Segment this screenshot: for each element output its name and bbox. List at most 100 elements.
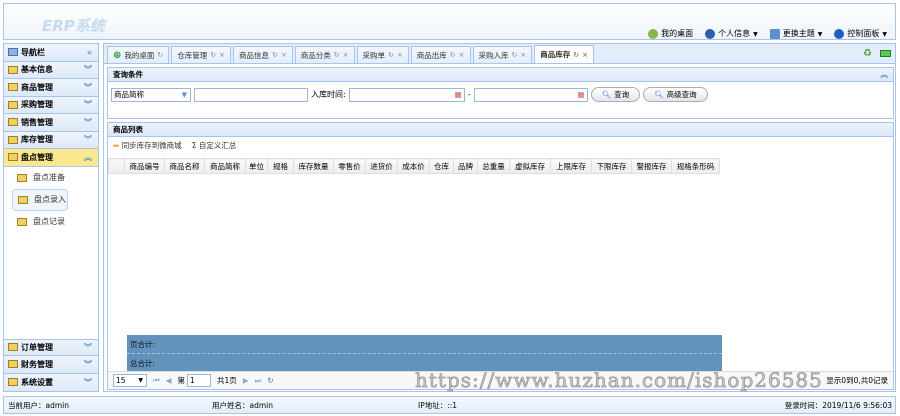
close-icon[interactable]: × [281, 51, 287, 59]
column-header[interactable]: 仓库 [429, 158, 454, 174]
sidebar-group[interactable]: 库存管理 ︾ [4, 131, 98, 149]
sync-button[interactable]: ➦ 同步库存到微商城 [113, 140, 182, 151]
expand-icon: ︾ [84, 117, 92, 127]
close-icon[interactable]: × [397, 51, 403, 59]
next-page-icon[interactable]: ▶ [243, 376, 249, 385]
tab-desktop[interactable]: ⊕ 我的桌面 ↻ [107, 46, 170, 63]
sidebar-sub-item[interactable]: 盘点准备 [4, 167, 98, 189]
keyword-input[interactable] [194, 87, 308, 102]
tab-warehouse[interactable]: 仓库管理 ↻ × [171, 46, 232, 63]
calendar-icon[interactable]: ▦ [578, 90, 585, 99]
theme-menu[interactable]: 更换主题 ▼ [769, 28, 822, 39]
folder-icon [8, 343, 18, 352]
page-total-row: 页合计: [127, 335, 722, 354]
refresh-icon[interactable]: ↻ [512, 51, 518, 59]
column-header[interactable]: 成本价 [397, 158, 430, 174]
tab-outbound[interactable]: 商品出库 ↻ × [410, 46, 471, 63]
refresh-icon[interactable]: ↻ [210, 51, 216, 59]
expand-icon: ︾ [84, 359, 92, 369]
column-header[interactable]: 零售价 [333, 158, 366, 174]
tab-purchase-order[interactable]: 采购单 ↻ × [356, 46, 409, 63]
expand-icon: ︾ [84, 377, 92, 387]
profile-menu[interactable]: 个人信息 ▼ [705, 28, 758, 39]
sidebar-sub-item-selected[interactable]: 盘点录入 [12, 188, 68, 211]
advanced-search-button[interactable]: 🔍︎ 高级查询 [643, 87, 708, 102]
refresh-icon[interactable]: ↻ [267, 376, 273, 385]
add-icon: ⊕ [113, 49, 122, 61]
tab-inbound[interactable]: 采购入库 ↻ × [472, 46, 533, 63]
column-header[interactable]: 总重量 [477, 158, 510, 174]
column-header[interactable]: 警报库存 [631, 158, 672, 174]
tab-product-info[interactable]: 商品信息 ↻ × [233, 46, 293, 63]
sidebar-group[interactable]: 销售管理 ︾ [4, 114, 98, 132]
status-bar: 当前用户：admin 用户姓名：admin IP地址：::1 登录时间：2019… [3, 396, 896, 414]
refresh-icon[interactable]: ↻ [272, 51, 278, 59]
nav-icon [8, 48, 18, 57]
my-desktop-link[interactable]: 我的桌面 [648, 28, 693, 39]
desktop-icon [648, 28, 659, 39]
sidebar-group[interactable]: 系统设置 ︾ [4, 373, 98, 391]
page-count: 共1页 [217, 376, 237, 385]
tab-product-category[interactable]: 商品分类 ↻ × [294, 46, 355, 63]
column-header[interactable]: 品牌 [453, 158, 478, 174]
refresh-icon[interactable]: ↻ [157, 51, 163, 59]
main-area: ⊕ 我的桌面 ↻ 仓库管理 ↻ × 商品信息 ↻ × 商品分类 ↻ × 采购单 ↻ × 商品出库 ↻ ×… [103, 43, 896, 392]
date-to-input[interactable]: ▦ [473, 87, 588, 102]
caret-down-icon: ▼ [753, 31, 758, 38]
sidebar-group[interactable]: 基本信息 ︾ [4, 61, 98, 79]
column-header[interactable]: 进货价 [365, 158, 398, 174]
sidebar-group[interactable]: 订单管理 ︾ [4, 338, 98, 356]
logo: ERP系统 [42, 17, 105, 35]
column-header[interactable]: 规格条形码 [671, 158, 720, 174]
refresh-icon[interactable]: ↻ [334, 51, 340, 59]
calendar-icon[interactable]: ▦ [455, 90, 462, 99]
column-header[interactable]: 库存数量 [293, 158, 334, 174]
refresh-icon[interactable]: ↻ [388, 51, 394, 59]
collapse-up-icon[interactable]: ︽ [881, 69, 889, 80]
reload-icon[interactable]: ♻ [863, 48, 872, 59]
folder-icon [8, 100, 18, 109]
collapse-icon[interactable]: « [87, 48, 92, 57]
column-header[interactable]: 商品名称 [164, 158, 205, 174]
sidebar-group-active[interactable]: 盘点管理 ︽ [4, 149, 98, 167]
list-toolbar: ➦ 同步库存到微商城 Σ 自定义汇总 [108, 137, 893, 154]
list-panel-header: 商品列表 [108, 123, 893, 137]
column-header[interactable]: 商品编号 [124, 158, 165, 174]
close-icon[interactable]: × [459, 51, 465, 59]
chevron-down-icon: ▼ [181, 90, 187, 99]
column-header[interactable]: 商品简称 [204, 158, 246, 174]
page-size-select[interactable]: 15 ▼ [113, 374, 147, 387]
sidebar-group[interactable]: 采购管理 ︾ [4, 96, 98, 114]
sidebar-group[interactable]: 商品管理 ︾ [4, 79, 98, 97]
sidebar-group[interactable]: 财务管理 ︾ [4, 356, 98, 374]
sidebar-title: 导航栏 « [4, 44, 98, 62]
search-icon: 🔍︎ [654, 90, 664, 99]
folder-icon [17, 173, 27, 182]
refresh-icon[interactable]: ↻ [573, 51, 579, 59]
column-header[interactable]: 上限库存 [550, 158, 592, 174]
column-header[interactable]: 虚拟库存 [509, 158, 551, 174]
fullscreen-icon[interactable] [880, 50, 891, 57]
page-input[interactable]: 1 [187, 374, 212, 387]
column-header[interactable]: 单位 [245, 158, 268, 174]
custom-sum-button[interactable]: Σ 自定义汇总 [192, 140, 237, 151]
folder-icon [8, 118, 18, 127]
prev-page-icon[interactable]: ◀ [166, 376, 172, 385]
search-button[interactable]: 🔍︎ 查询 [590, 87, 641, 102]
column-header[interactable]: 下限库存 [591, 158, 632, 174]
close-icon[interactable]: × [343, 51, 349, 59]
first-page-icon[interactable]: ⏮ [153, 376, 160, 386]
control-panel-menu[interactable]: 控制面板 ▼ [834, 28, 887, 39]
close-icon[interactable]: × [520, 51, 526, 59]
folder-icon [8, 378, 18, 387]
tab-inventory[interactable]: 商品库存 ↻ × [534, 45, 595, 63]
sidebar-sub-item[interactable]: 盘点记录 [4, 211, 98, 233]
login-time: 登录时间：2019/11/6 9:56:03 [784, 400, 892, 410]
close-icon[interactable]: × [219, 51, 225, 59]
column-header[interactable]: 规格 [267, 158, 294, 174]
date-from-input[interactable]: ▦ [348, 87, 465, 102]
refresh-icon[interactable]: ↻ [450, 51, 456, 59]
field-select[interactable]: 商品简称 ▼ [111, 87, 191, 102]
close-icon[interactable]: × [582, 51, 588, 59]
last-page-icon[interactable]: ⏭ [255, 376, 262, 386]
